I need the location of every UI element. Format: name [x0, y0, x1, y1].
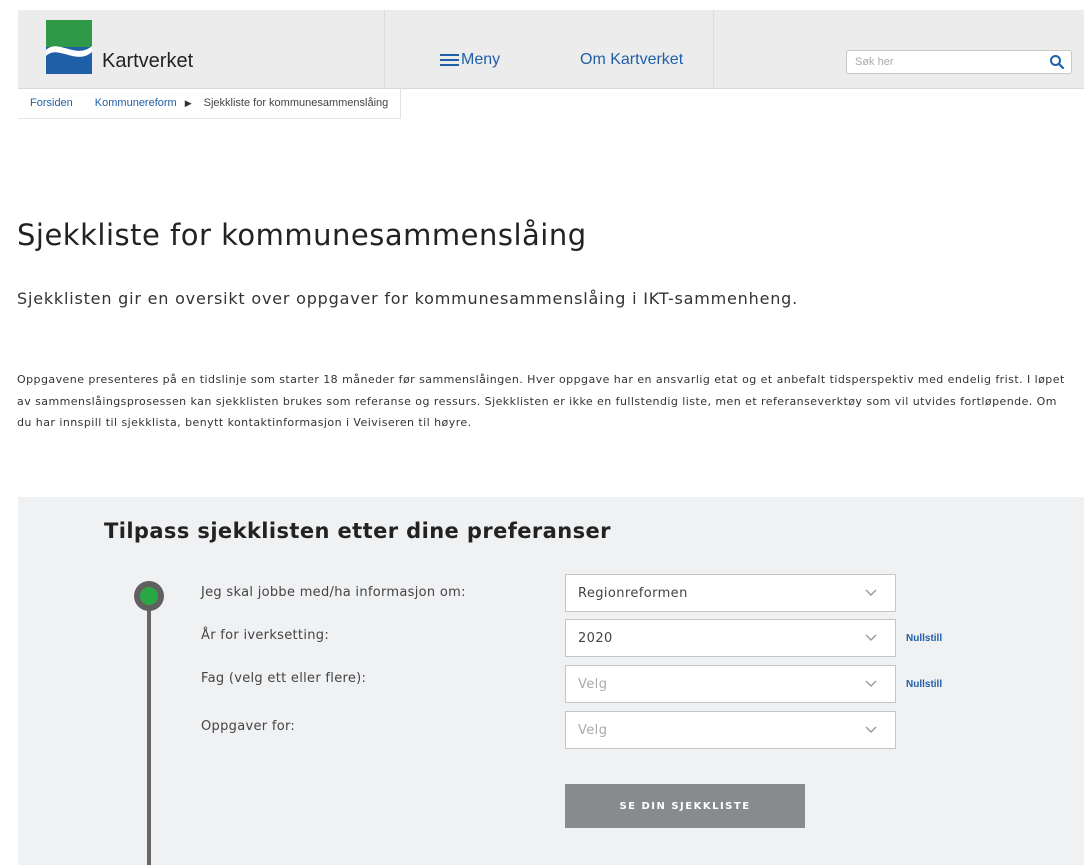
- tasks-select-value: Velg: [578, 723, 608, 738]
- breadcrumb-current: Sjekkliste for kommunesammenslåing: [203, 97, 389, 109]
- topic-select[interactable]: Regionreformen: [565, 574, 896, 612]
- field-label-tasks: Oppgaver for:: [201, 719, 296, 734]
- hamburger-icon: [440, 51, 459, 69]
- topic-select-value: Regionreformen: [578, 586, 688, 601]
- brand-name[interactable]: Kartverket: [102, 50, 193, 73]
- page-body-text: Oppgavene presenteres på en tidslinje so…: [17, 373, 1065, 429]
- breadcrumb-arrow-icon: ▶: [184, 97, 192, 108]
- chevron-down-icon: [865, 634, 877, 641]
- page-title: Sjekkliste for kommunesammenslåing: [17, 218, 587, 252]
- subject-reset-link[interactable]: Nullstill: [906, 679, 942, 690]
- header-divider: [713, 10, 714, 88]
- search-icon[interactable]: [1049, 54, 1065, 70]
- show-checklist-button[interactable]: SE DIN SJEKKLISTE: [565, 784, 805, 828]
- preferences-title: Tilpass sjekklisten etter dine preferans…: [104, 519, 611, 543]
- tasks-select[interactable]: Velg: [565, 711, 896, 749]
- site-header: Kartverket Meny Om Kartverket: [18, 10, 1084, 89]
- field-label-year: År for iverksetting:: [201, 628, 330, 643]
- search-input[interactable]: [855, 54, 1035, 70]
- header-divider: [384, 10, 385, 88]
- year-reset-link[interactable]: Nullstill: [906, 633, 942, 644]
- breadcrumb: Forsiden Kommunereform ▶ Sjekkliste for …: [18, 88, 402, 119]
- chevron-down-icon: [865, 589, 877, 596]
- chevron-down-icon: [865, 726, 877, 733]
- menu-button[interactable]: Meny: [440, 51, 500, 69]
- year-select-value: 2020: [578, 631, 613, 646]
- timeline-start-icon: [134, 581, 164, 611]
- timeline-line: [147, 600, 151, 865]
- page-lead: Sjekklisten gir en oversikt over oppgave…: [17, 289, 798, 308]
- subject-select[interactable]: Velg: [565, 665, 896, 703]
- breadcrumb-home-link[interactable]: Forsiden: [30, 97, 73, 109]
- breadcrumb-kommunereform-link[interactable]: Kommunereform: [95, 97, 177, 109]
- subject-select-value: Velg: [578, 677, 608, 692]
- year-select[interactable]: 2020: [565, 619, 896, 657]
- kartverket-logo[interactable]: [46, 20, 92, 74]
- about-link[interactable]: Om Kartverket: [580, 51, 683, 69]
- field-label-subject: Fag (velg ett eller flere):: [201, 671, 367, 686]
- search-box: [846, 50, 1072, 74]
- chevron-down-icon: [865, 680, 877, 687]
- menu-label: Meny: [461, 51, 501, 68]
- field-label-topic: Jeg skal jobbe med/ha informasjon om:: [201, 585, 466, 600]
